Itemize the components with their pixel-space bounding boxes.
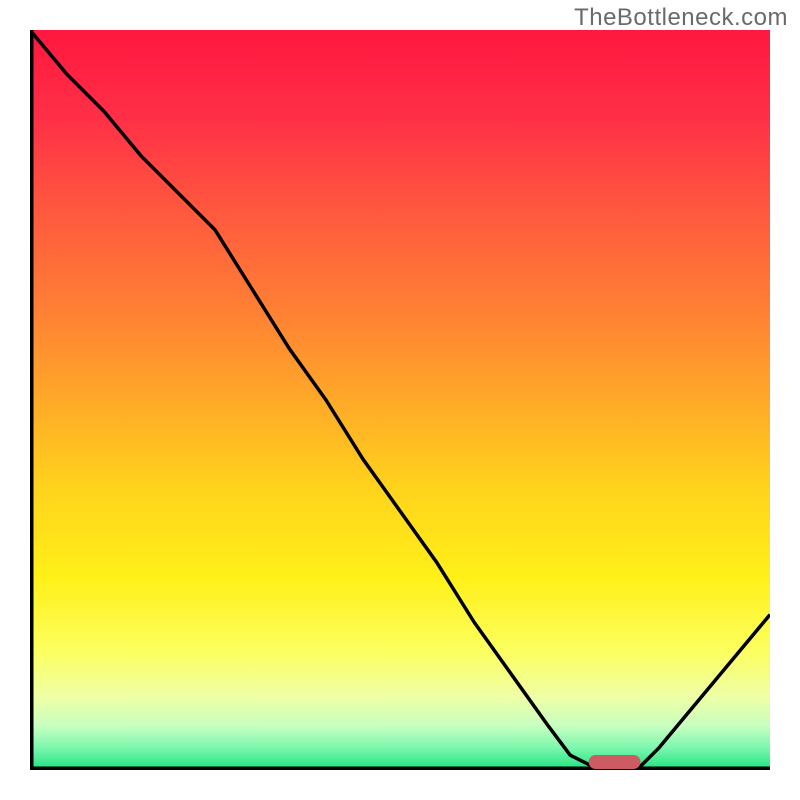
plot-area <box>30 30 770 770</box>
watermark-label: TheBottleneck.com <box>574 4 788 32</box>
bottleneck-chart <box>30 30 770 770</box>
figure-root: TheBottleneck.com <box>0 0 800 800</box>
chart-background <box>30 30 770 770</box>
optimal-range-marker <box>589 755 641 769</box>
